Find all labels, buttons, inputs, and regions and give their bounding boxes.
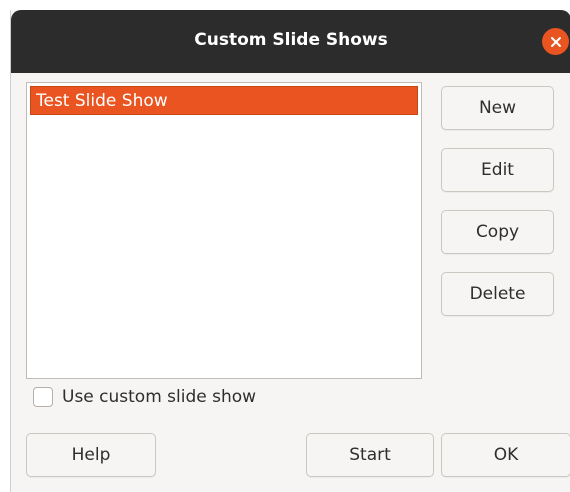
custom-slide-shows-dialog: Custom Slide Shows Test Slide Show New E… — [10, 10, 570, 492]
title-bar: Custom Slide Shows — [11, 10, 570, 73]
edit-button[interactable]: Edit — [441, 148, 554, 192]
ok-button[interactable]: OK — [441, 433, 570, 477]
list-item-test-slide-show[interactable]: Test Slide Show — [30, 86, 418, 115]
help-button[interactable]: Help — [26, 433, 156, 477]
dialog-title: Custom Slide Shows — [194, 30, 388, 50]
use-custom-slide-show-label: Use custom slide show — [62, 387, 257, 407]
delete-button[interactable]: Delete — [441, 272, 554, 316]
use-custom-slide-show-row[interactable]: Use custom slide show — [33, 385, 256, 409]
close-icon — [550, 36, 561, 47]
start-button[interactable]: Start — [306, 433, 434, 477]
slide-show-list[interactable]: Test Slide Show — [26, 82, 422, 379]
new-button[interactable]: New — [441, 86, 554, 130]
use-custom-slide-show-checkbox[interactable] — [33, 387, 53, 407]
copy-button[interactable]: Copy — [441, 210, 554, 254]
close-button[interactable] — [542, 28, 569, 55]
